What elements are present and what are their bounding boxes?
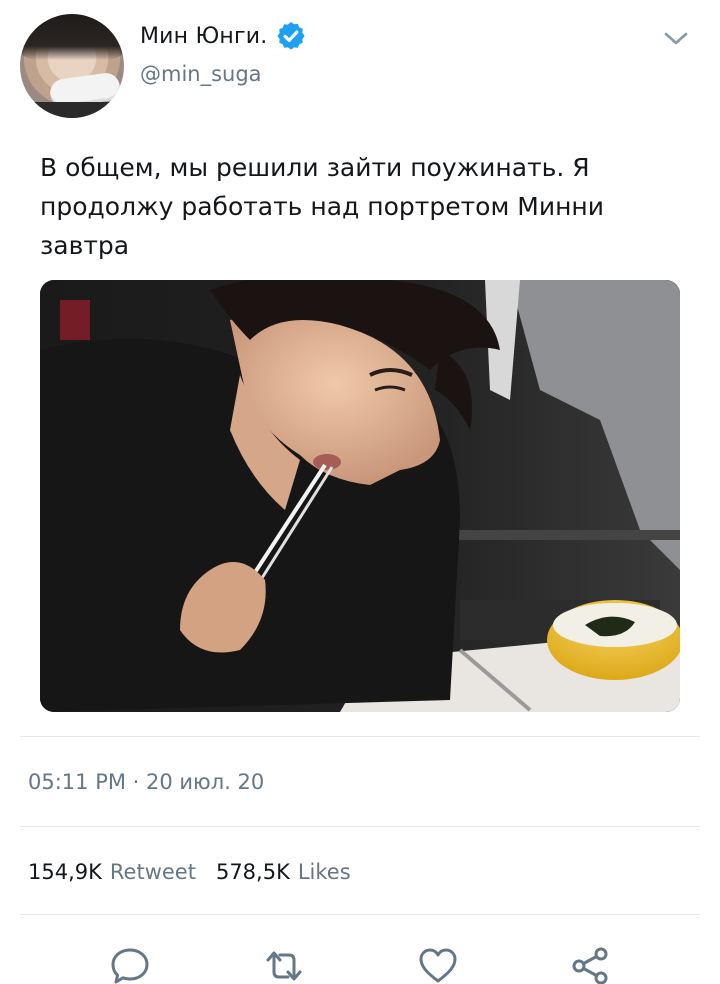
tweet-text: В общем, мы решили зайти поужинать. Я пр… [40,148,680,265]
retweets-count: 154,9K [28,860,102,884]
share-icon[interactable] [568,944,612,984]
photo-illustration [40,280,680,712]
reply-icon[interactable] [108,944,152,984]
tweet-text-line: продолжу работать над портретом Минни [40,192,605,221]
verified-badge-icon [275,20,307,52]
retweet-icon[interactable] [262,944,306,984]
divider [20,914,700,915]
chevron-down-icon[interactable] [662,24,690,52]
avatar[interactable] [20,14,124,118]
tweet-actions-bar [0,936,720,984]
likes-count: 578,5K [215,860,290,884]
divider [20,736,700,737]
tweet-detail: Мин Юнги. @min_suga В общем, мы решили з… [0,0,720,984]
tweet-media-photo[interactable] [40,280,680,712]
tweet-text-line: В общем, мы решили зайти поужинать. Я [40,153,590,182]
heart-icon[interactable] [416,944,460,984]
tweet-timestamp[interactable]: 05:11 PM · 20 июл. 20 [28,770,264,794]
author-handle[interactable]: @min_suga [140,62,262,86]
display-name[interactable]: Мин Юнги. [140,24,267,49]
tweet-stats: 154,9K Retweet 578,5K Likes [28,860,351,884]
likes-stat[interactable]: 578,5K Likes [216,860,351,884]
likes-label: Likes [297,860,351,884]
retweets-stat[interactable]: 154,9K Retweet [28,860,196,884]
retweets-label: Retweet [109,860,196,884]
author-name-row[interactable]: Мин Юнги. [140,20,307,52]
divider [20,826,700,827]
tweet-text-line: завтра [40,231,130,260]
